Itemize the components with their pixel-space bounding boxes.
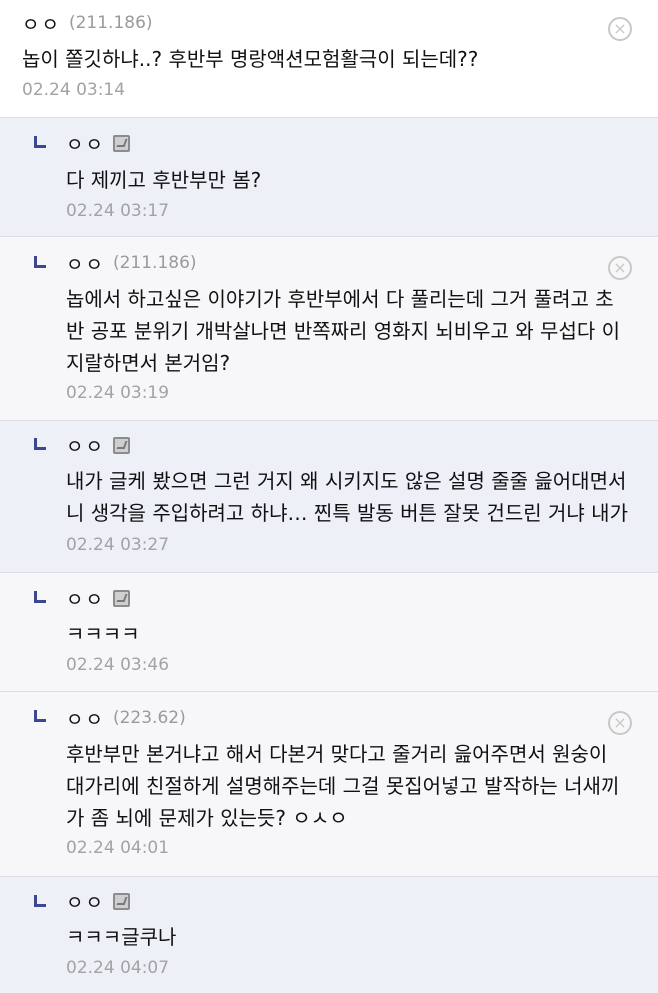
- member-badge-icon: [112, 589, 130, 607]
- reply-item: ㅇㅇ 내가 글케 봤으면 그런 거지 왜 시키지도 않은 설명 줄줄 읊어대면서…: [0, 421, 658, 573]
- delete-comment-button[interactable]: ×: [608, 17, 632, 41]
- comment-timestamp: 02.24 04:07: [66, 958, 170, 978]
- reply-item: ㅇㅇ ㅋㅋㅋㅋ 02.24 03:46: [0, 573, 658, 692]
- comment-text: 놉이 쫄깃하냐..? 후반부 명랑액션모험활극이 되는데??: [22, 47, 479, 71]
- reply-item: ㅇㅇ ㅋㅋㅋ글쿠나 02.24 04:07: [0, 877, 658, 993]
- member-badge-icon: [112, 436, 130, 454]
- comment-text: 후반부만 본거냐고 해서 다본거 맞다고 줄거리 읊어주면서 원숭이 대가리에 …: [66, 742, 620, 830]
- nickname[interactable]: ㅇㅇ: [66, 130, 105, 157]
- nickname[interactable]: ㅇㅇ: [66, 250, 105, 277]
- reply-item: ㅇㅇ (223.62) × 후반부만 본거냐고 해서 다본거 맞다고 줄거리 읊…: [0, 692, 658, 877]
- reply-arrow-icon: [34, 438, 46, 450]
- reply-arrow-icon: [34, 895, 46, 907]
- nickname[interactable]: ㅇㅇ: [66, 432, 105, 459]
- ip-address: (211.186): [112, 253, 197, 273]
- comment-thread: ㅇㅇ (211.186) × 놉이 쫄깃하냐..? 후반부 명랑액션모험활극이 …: [0, 0, 658, 993]
- reply-item: ㅇㅇ 다 제끼고 후반부만 봄? 02.24 03:17: [0, 118, 658, 237]
- comment-text: 다 제끼고 후반부만 봄?: [66, 168, 262, 192]
- comment-item: ㅇㅇ (211.186) × 놉이 쫄깃하냐..? 후반부 명랑액션모험활극이 …: [0, 0, 658, 118]
- reply-arrow-icon: [34, 591, 46, 603]
- delete-comment-button[interactable]: ×: [608, 711, 632, 735]
- nickname[interactable]: ㅇㅇ: [22, 10, 61, 37]
- comment-header: ㅇㅇ: [66, 888, 130, 914]
- comment-text: ㅋㅋㅋ글쿠나: [66, 925, 177, 949]
- comment-header: ㅇㅇ (211.186): [66, 250, 197, 276]
- nickname[interactable]: ㅇㅇ: [66, 585, 105, 612]
- delete-comment-button[interactable]: ×: [608, 256, 632, 280]
- reply-arrow-icon: [34, 136, 46, 148]
- comment-text: ㅋㅋㅋㅋ: [66, 622, 140, 646]
- comment-header: ㅇㅇ (223.62): [66, 705, 186, 731]
- comment-timestamp: 02.24 03:14: [22, 80, 126, 100]
- reply-arrow-icon: [34, 256, 46, 268]
- comment-timestamp: 02.24 03:46: [66, 655, 170, 675]
- comment-timestamp: 02.24 03:17: [66, 201, 170, 221]
- ip-address: (211.186): [68, 13, 153, 33]
- comment-text: 내가 글케 봤으면 그런 거지 왜 시키지도 않은 설명 줄줄 읊어대면서 니 …: [66, 469, 628, 525]
- comment-timestamp: 02.24 03:19: [66, 383, 170, 403]
- comment-header: ㅇㅇ: [66, 585, 130, 611]
- nickname[interactable]: ㅇㅇ: [66, 888, 105, 915]
- comment-text: 놉에서 하고싶은 이야기가 후반부에서 다 풀리는데 그거 풀려고 초 반 공포…: [66, 287, 621, 375]
- reply-item: ㅇㅇ (211.186) × 놉에서 하고싶은 이야기가 후반부에서 다 풀리는…: [0, 237, 658, 421]
- member-badge-icon: [112, 134, 130, 152]
- comment-timestamp: 02.24 04:01: [66, 838, 170, 858]
- comment-timestamp: 02.24 03:27: [66, 535, 170, 555]
- comment-header: ㅇㅇ: [66, 130, 130, 156]
- ip-address: (223.62): [112, 708, 186, 728]
- comment-header: ㅇㅇ: [66, 432, 130, 458]
- comment-header: ㅇㅇ (211.186): [22, 10, 153, 36]
- member-badge-icon: [112, 892, 130, 910]
- reply-arrow-icon: [34, 710, 46, 722]
- nickname[interactable]: ㅇㅇ: [66, 705, 105, 732]
